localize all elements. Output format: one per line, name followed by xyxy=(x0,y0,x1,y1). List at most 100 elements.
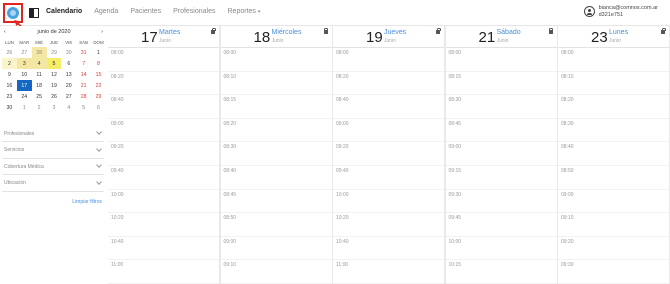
calendar-day[interactable]: 16 xyxy=(2,80,17,91)
calendar-day[interactable]: 30 xyxy=(2,102,17,113)
time-slot[interactable]: 10:15 xyxy=(445,260,557,284)
calendar-day[interactable]: 29 xyxy=(91,91,106,102)
calendar-day[interactable]: 30 xyxy=(61,47,76,58)
calendar-day[interactable]: 26 xyxy=(47,91,62,102)
calendar-day[interactable]: 22 xyxy=(91,80,106,91)
user-menu[interactable]: bianca@comnos.com.ar d321e751 xyxy=(583,5,658,19)
calendar-day[interactable]: 8 xyxy=(91,58,106,69)
nav-profesionales[interactable]: Profesionales xyxy=(173,8,215,15)
calendar-day[interactable]: 27 xyxy=(17,47,32,58)
time-slot[interactable]: 08:50 xyxy=(220,213,332,237)
calendar-day[interactable]: 2 xyxy=(32,102,47,113)
calendar-day[interactable]: 1 xyxy=(17,102,32,113)
time-slot[interactable]: 10:40 xyxy=(333,237,444,261)
time-slot[interactable]: 09:40 xyxy=(108,166,219,190)
time-slot[interactable]: 09:00 xyxy=(558,190,669,214)
time-slot[interactable]: 08:30 xyxy=(445,95,557,119)
calendar-day[interactable]: 11 xyxy=(32,69,47,80)
calendar-day[interactable]: 6 xyxy=(61,58,76,69)
time-slot[interactable]: 11:00 xyxy=(333,260,444,284)
calendar-day[interactable]: 23 xyxy=(2,91,17,102)
time-slot[interactable]: 08:00 xyxy=(333,48,444,72)
calendar-day[interactable]: 25 xyxy=(32,91,47,102)
time-slot[interactable]: 08:00 xyxy=(108,48,219,72)
filter-servicios[interactable]: Servicios xyxy=(2,143,104,159)
calendar-day[interactable]: 15 xyxy=(91,69,106,80)
time-slot[interactable]: 09:30 xyxy=(558,260,669,284)
time-slot[interactable]: 08:30 xyxy=(220,142,332,166)
time-slot[interactable]: 09:00 xyxy=(445,142,557,166)
time-slot[interactable]: 08:20 xyxy=(220,119,332,143)
nav-agenda[interactable]: Agenda xyxy=(94,8,118,15)
time-slot[interactable]: 08:00 xyxy=(220,48,332,72)
time-slot[interactable]: 08:20 xyxy=(108,72,219,96)
filter-ubicacion[interactable]: Ubicación xyxy=(2,176,104,192)
calendar-day[interactable]: 13 xyxy=(61,69,76,80)
time-slot[interactable]: 08:00 xyxy=(558,48,669,72)
lock-icon[interactable] xyxy=(436,28,441,34)
calendar-day[interactable]: 3 xyxy=(16,58,32,69)
clear-filters-link[interactable]: Limpiar filtros xyxy=(72,199,102,205)
time-slot[interactable]: 08:30 xyxy=(558,119,669,143)
time-slot[interactable]: 09:45 xyxy=(445,213,557,237)
time-slot[interactable]: 11:00 xyxy=(108,260,219,284)
nav-calendario[interactable]: Calendario xyxy=(46,8,82,15)
time-slot[interactable]: 08:10 xyxy=(558,72,669,96)
time-slot[interactable]: 10:20 xyxy=(333,213,444,237)
calendar-day[interactable]: 14 xyxy=(76,69,91,80)
calendar-day[interactable]: 17 xyxy=(16,80,32,91)
calendar-day[interactable]: 24 xyxy=(17,91,32,102)
time-slot[interactable]: 08:15 xyxy=(220,95,332,119)
time-slot[interactable]: 09:15 xyxy=(445,166,557,190)
calendar-day[interactable]: 10 xyxy=(17,69,32,80)
filter-cobertura[interactable]: Cobertura Médica xyxy=(2,159,104,175)
time-slot[interactable]: 09:10 xyxy=(558,213,669,237)
time-slot[interactable]: 08:20 xyxy=(333,72,444,96)
time-slot[interactable]: 10:40 xyxy=(108,237,219,261)
time-slot[interactable]: 08:40 xyxy=(220,166,332,190)
calendar-day[interactable]: 18 xyxy=(32,80,47,91)
nav-pacientes[interactable]: Pacientes xyxy=(130,8,161,15)
time-slot[interactable]: 08:40 xyxy=(333,95,444,119)
calendar-day[interactable]: 5 xyxy=(46,58,62,69)
calendar-day[interactable]: 4 xyxy=(31,58,47,69)
calendar-day[interactable]: 28 xyxy=(76,91,91,102)
time-slot[interactable]: 08:20 xyxy=(558,95,669,119)
lock-icon[interactable] xyxy=(323,28,328,34)
lock-icon[interactable] xyxy=(211,28,216,34)
calendar-day[interactable]: 5 xyxy=(76,102,91,113)
next-month-icon[interactable]: › xyxy=(101,29,103,35)
time-slot[interactable]: 09:10 xyxy=(220,260,332,284)
time-slot[interactable]: 08:40 xyxy=(558,142,669,166)
calendar-day[interactable]: 29 xyxy=(47,47,62,58)
calendar-day[interactable]: 21 xyxy=(76,80,91,91)
time-slot[interactable]: 09:20 xyxy=(108,142,219,166)
calendar-day[interactable]: 2 xyxy=(2,58,17,69)
time-slot[interactable]: 08:50 xyxy=(558,166,669,190)
time-slot[interactable]: 09:00 xyxy=(220,237,332,261)
time-slot[interactable]: 10:20 xyxy=(108,213,219,237)
calendar-day[interactable]: 26 xyxy=(2,47,17,58)
time-slot[interactable]: 08:45 xyxy=(445,119,557,143)
calendar-day[interactable]: 19 xyxy=(47,80,62,91)
calendar-day[interactable]: 7 xyxy=(76,58,91,69)
calendar-day[interactable]: 20 xyxy=(61,80,76,91)
time-slot[interactable]: 08:45 xyxy=(220,190,332,214)
calendar-day[interactable]: 3 xyxy=(47,102,62,113)
sidebar-toggle-icon[interactable] xyxy=(29,8,39,18)
time-slot[interactable]: 09:20 xyxy=(558,237,669,261)
time-slot[interactable]: 09:30 xyxy=(445,190,557,214)
lock-icon[interactable] xyxy=(548,28,553,34)
time-slot[interactable]: 09:00 xyxy=(108,119,219,143)
calendar-day[interactable]: 31 xyxy=(76,47,91,58)
calendar-day[interactable]: 12 xyxy=(47,69,62,80)
time-slot[interactable]: 09:40 xyxy=(333,166,444,190)
calendar-day[interactable]: 4 xyxy=(61,102,76,113)
nav-reportes[interactable]: Reportes ▾ xyxy=(228,8,261,15)
calendar-day[interactable]: 9 xyxy=(2,69,17,80)
filter-profesionales[interactable]: Profesionales xyxy=(2,126,104,142)
calendar-day[interactable]: 6 xyxy=(91,102,106,113)
lock-icon[interactable] xyxy=(661,28,666,34)
time-slot[interactable]: 08:15 xyxy=(445,72,557,96)
time-slot[interactable]: 09:20 xyxy=(333,142,444,166)
